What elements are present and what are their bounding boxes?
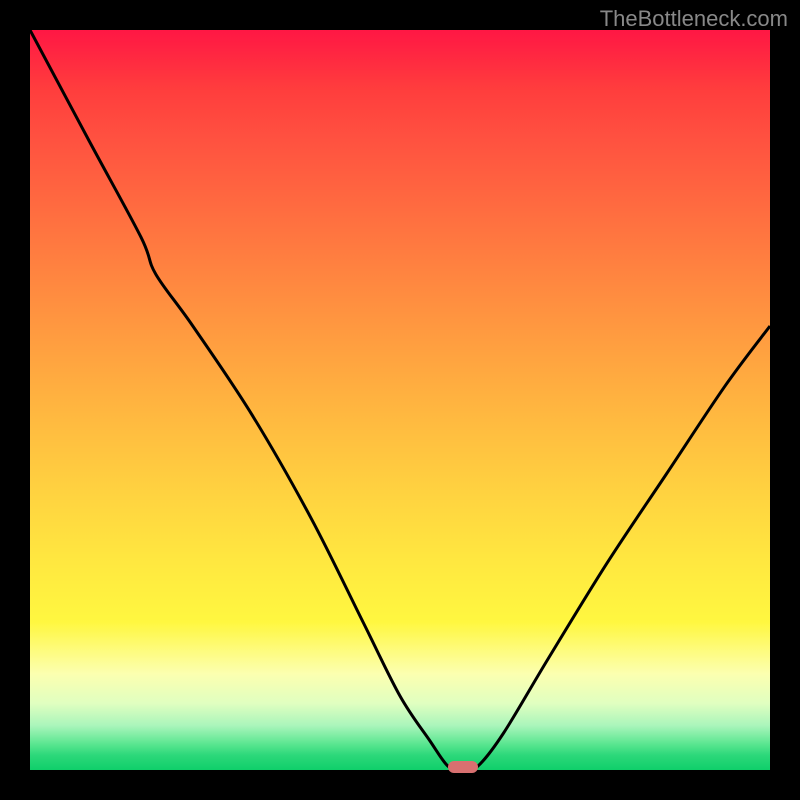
bottleneck-marker bbox=[448, 761, 478, 773]
bottleneck-curve bbox=[30, 30, 770, 770]
chart-container bbox=[30, 30, 770, 770]
watermark-text: TheBottleneck.com bbox=[600, 6, 788, 32]
